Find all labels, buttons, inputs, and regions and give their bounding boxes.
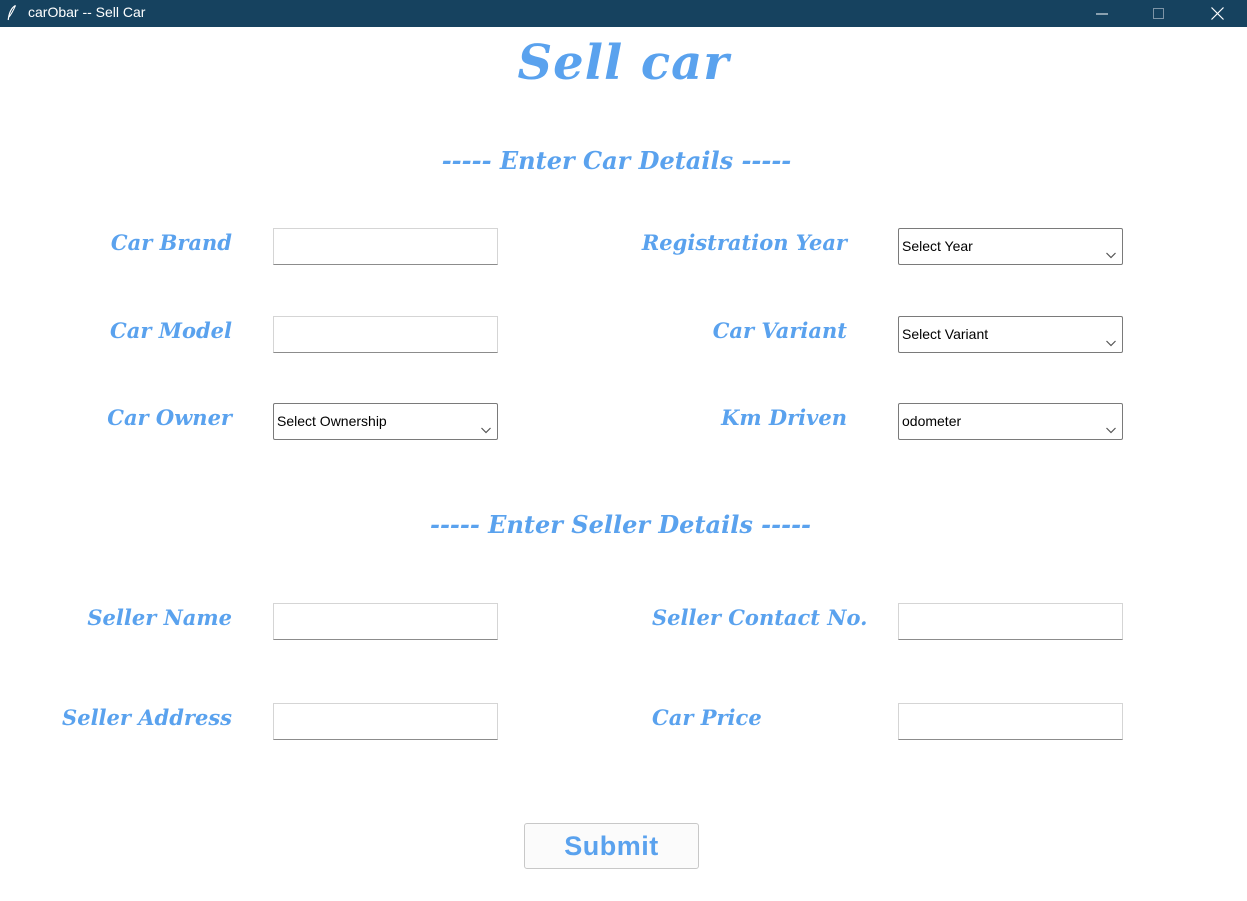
car-brand-input[interactable]: [273, 228, 498, 265]
submit-button[interactable]: Submit: [524, 823, 699, 869]
seller-name-label: Seller Name: [87, 605, 232, 630]
car-model-input[interactable]: [273, 316, 498, 353]
window-titlebar: carObar -- Sell Car: [0, 0, 1247, 27]
seller-address-input[interactable]: [273, 703, 498, 740]
close-icon: [1210, 7, 1224, 20]
car-owner-selected: Select Ownership: [277, 413, 387, 429]
car-price-label: Car Price: [652, 705, 762, 730]
feather-icon: [7, 4, 17, 21]
chevron-down-icon: [1106, 419, 1116, 434]
seller-name-input[interactable]: [273, 603, 498, 640]
close-button[interactable]: [1194, 0, 1240, 27]
submit-button-label: Submit: [564, 830, 659, 861]
minimize-icon: [1096, 8, 1108, 20]
car-owner-label: Car Owner: [107, 405, 232, 430]
car-model-label: Car Model: [110, 318, 232, 343]
car-details-heading: ----- Enter Car Details -----: [441, 146, 792, 175]
car-price-input[interactable]: [898, 703, 1123, 740]
registration-year-dropdown[interactable]: Select Year: [898, 228, 1123, 265]
chevron-down-icon: [481, 419, 491, 434]
window-title: carObar -- Sell Car: [28, 4, 146, 20]
km-driven-selected: odometer: [902, 413, 962, 429]
seller-details-heading: ----- Enter Seller Details -----: [430, 510, 811, 539]
page-title: Sell car: [517, 35, 730, 91]
registration-year-label: Registration Year: [641, 230, 847, 255]
car-brand-label: Car Brand: [110, 230, 232, 255]
car-variant-selected: Select Variant: [902, 326, 989, 342]
maximize-icon: [1153, 7, 1165, 20]
seller-contact-input[interactable]: [898, 603, 1123, 640]
chevron-down-icon: [1106, 332, 1116, 347]
maximize-button[interactable]: [1136, 0, 1182, 27]
minimize-button[interactable]: [1079, 0, 1125, 27]
chevron-down-icon: [1106, 244, 1116, 259]
km-driven-dropdown[interactable]: odometer: [898, 403, 1123, 440]
registration-year-selected: Select Year: [902, 238, 973, 254]
car-variant-label: Car Variant: [712, 318, 847, 343]
km-driven-label: Km Driven: [721, 405, 847, 430]
car-owner-dropdown[interactable]: Select Ownership: [273, 403, 498, 440]
seller-address-label: Seller Address: [62, 705, 232, 730]
seller-contact-label: Seller Contact No.: [652, 605, 868, 630]
car-variant-dropdown[interactable]: Select Variant: [898, 316, 1123, 353]
